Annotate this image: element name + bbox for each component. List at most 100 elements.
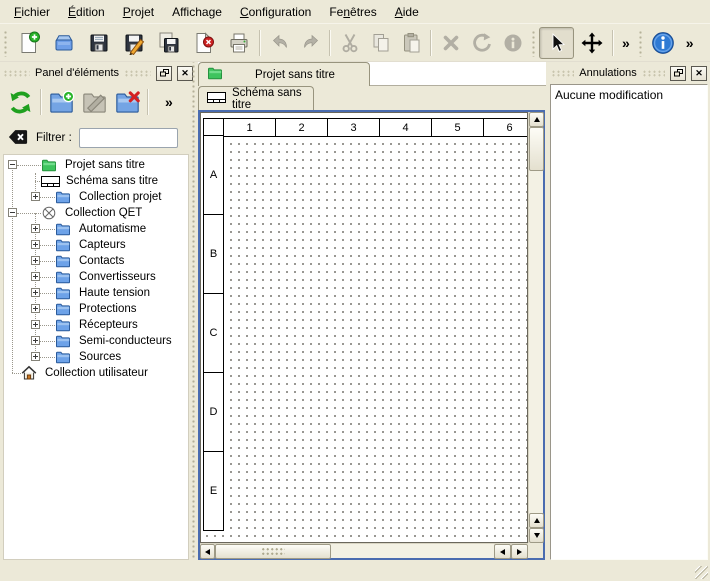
scroll-up-button-2[interactable] (529, 513, 544, 528)
home-icon (21, 365, 37, 381)
save-button[interactable] (81, 27, 116, 59)
toolbar-drag-handle[interactable] (2, 29, 9, 57)
expand-icon[interactable] (31, 192, 40, 201)
horizontal-scrollbar-thumb[interactable] (215, 544, 331, 559)
dock-drag-grip[interactable] (551, 70, 574, 77)
properties-button[interactable] (497, 27, 528, 59)
elements-panel-titlebar[interactable]: Panel d'éléments ✕ (0, 64, 196, 82)
tree-item-semi-conducteurs[interactable]: Semi-conducteurs (4, 333, 188, 349)
selection-tool-button[interactable] (539, 27, 574, 59)
new-document-button[interactable] (11, 27, 46, 59)
expand-icon[interactable] (31, 288, 40, 297)
tree-item-contacts[interactable]: Contacts (4, 253, 188, 269)
tab-schema-sans-titre[interactable]: Schéma sans titre (198, 86, 314, 110)
diagram-canvas[interactable]: 1 2 3 4 5 6 A B C D E (200, 112, 528, 543)
collapse-icon[interactable] (8, 160, 17, 169)
undo-panel-titlebar[interactable]: Annulations ✕ (548, 64, 710, 82)
expand-icon[interactable] (31, 352, 40, 361)
resize-grip[interactable] (695, 566, 708, 579)
diagram-column-label: 4 (379, 118, 432, 137)
undo-history-list[interactable]: Aucune modification (550, 84, 708, 560)
print-button[interactable] (221, 27, 256, 59)
vertical-scrollbar-thumb[interactable] (529, 127, 544, 171)
dock-drag-grip[interactable] (124, 70, 151, 77)
diagram-column-label: 2 (275, 118, 328, 137)
tree-item-label: Schéma sans titre (66, 173, 158, 189)
toolbar-drag-handle[interactable] (530, 29, 537, 57)
menu-affichage[interactable]: Affichage (163, 1, 231, 23)
about-button[interactable] (646, 27, 681, 59)
tree-guide-line (40, 277, 55, 278)
clear-filter-button[interactable] (7, 127, 29, 150)
undo-button[interactable] (264, 27, 295, 59)
tree-item-protections[interactable]: Protections (4, 301, 188, 317)
collapse-icon[interactable] (8, 208, 17, 217)
scroll-left-icon (205, 549, 210, 555)
expand-icon[interactable] (31, 256, 40, 265)
menu-projet[interactable]: Projet (114, 1, 163, 23)
tree-item-automatisme[interactable]: Automatisme (4, 221, 188, 237)
edit-category-button[interactable] (78, 86, 111, 119)
tree-item-collection-projet[interactable]: Collection projet (4, 189, 188, 205)
redo-button[interactable] (295, 27, 326, 59)
menu-configuration[interactable]: Configuration (231, 1, 320, 23)
tree-item-collection-utilisateur[interactable]: Collection utilisateur (4, 365, 188, 381)
toolbar-separator (329, 30, 331, 56)
move-tool-button[interactable] (574, 27, 609, 59)
cut-button[interactable] (334, 27, 365, 59)
tree-item-label: Projet sans titre (65, 157, 145, 173)
expand-icon[interactable] (31, 240, 40, 249)
tree-item-capteurs[interactable]: Capteurs (4, 237, 188, 253)
tree-item-convertisseurs[interactable]: Convertisseurs (4, 269, 188, 285)
paste-button[interactable] (396, 27, 427, 59)
scroll-up-button[interactable] (529, 112, 544, 127)
splitter-handle[interactable] (190, 62, 196, 560)
tree-item-label: Sources (79, 349, 121, 365)
float-dock-button[interactable] (670, 66, 686, 81)
toolbar-overflow-button-2[interactable]: » (681, 35, 699, 51)
menu-fichier[interactable]: Fichier (5, 1, 59, 23)
expand-icon[interactable] (31, 336, 40, 345)
reload-collections-button[interactable] (4, 86, 37, 119)
dock-drag-grip[interactable] (642, 70, 665, 77)
scroll-left-button-2[interactable] (494, 544, 511, 559)
delete-button[interactable] (435, 27, 466, 59)
filter-clear-icon (7, 127, 29, 147)
scroll-right-button[interactable] (511, 544, 528, 559)
expand-icon[interactable] (31, 224, 40, 233)
print-icon (227, 31, 251, 55)
save-icon (87, 31, 111, 55)
horizontal-scrollbar[interactable] (200, 543, 528, 558)
float-dock-button[interactable] (156, 66, 172, 81)
delete-category-button[interactable] (111, 86, 144, 119)
close-icon: ✕ (695, 69, 703, 78)
filter-input[interactable] (79, 128, 178, 148)
close-dock-button[interactable]: ✕ (691, 66, 707, 81)
tree-item-schema-sans-titre[interactable]: Schéma sans titre (4, 173, 188, 189)
scroll-down-button[interactable] (529, 528, 544, 543)
tree-item-recepteurs[interactable]: Récepteurs (4, 317, 188, 333)
menu-edition[interactable]: Édition (59, 1, 114, 23)
tab-projet-sans-titre[interactable]: Projet sans titre (198, 62, 370, 86)
toolbar-drag-handle[interactable] (637, 29, 644, 57)
dock-drag-grip[interactable] (3, 70, 30, 77)
menu-fenetres[interactable]: Fenêtres (320, 1, 385, 23)
expand-icon[interactable] (31, 272, 40, 281)
undo-list-item[interactable]: Aucune modification (555, 88, 703, 102)
tree-item-haute-tension[interactable]: Haute tension (4, 285, 188, 301)
save-as-button[interactable] (116, 27, 151, 59)
menu-aide[interactable]: Aide (386, 1, 428, 23)
copy-button[interactable] (365, 27, 396, 59)
expand-icon[interactable] (31, 320, 40, 329)
panel-toolbar-overflow-button[interactable]: » (160, 94, 178, 110)
toolbar-overflow-button[interactable]: » (617, 35, 635, 51)
vertical-scrollbar[interactable] (528, 112, 543, 543)
expand-icon[interactable] (31, 304, 40, 313)
close-document-button[interactable] (186, 27, 221, 59)
new-category-button[interactable] (45, 86, 78, 119)
tree-item-sources[interactable]: Sources (4, 349, 188, 365)
save-all-button[interactable] (151, 27, 186, 59)
rotate-button[interactable] (466, 27, 497, 59)
scroll-left-button[interactable] (200, 544, 215, 559)
open-button[interactable] (46, 27, 81, 59)
